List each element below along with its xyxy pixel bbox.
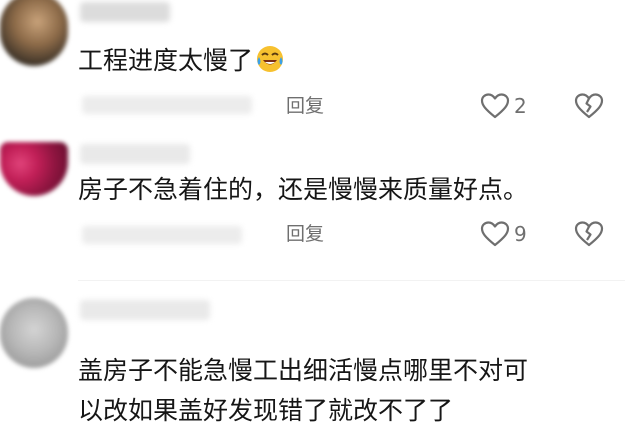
comment-text-line: 以改如果盖好发现错了就改不了了 bbox=[78, 396, 454, 425]
broken-heart-icon bbox=[574, 221, 604, 247]
broken-heart-icon bbox=[574, 93, 604, 119]
divider bbox=[78, 280, 625, 281]
comment-text-content: 工程进度太慢了 bbox=[78, 46, 254, 75]
comment-text: 房子不急着住的，还是慢慢来质量好点。 bbox=[78, 175, 529, 204]
avatar[interactable] bbox=[0, 0, 68, 66]
reply-button[interactable]: 回复 bbox=[286, 222, 324, 246]
comment-text: 工程进度太慢了 bbox=[78, 42, 285, 80]
username-blurred[interactable] bbox=[80, 144, 190, 164]
crying-laughing-emoji-icon bbox=[255, 44, 285, 74]
username-blurred[interactable] bbox=[80, 300, 210, 320]
heart-icon bbox=[480, 221, 510, 247]
timestamp-blurred bbox=[82, 226, 242, 244]
like-button[interactable]: 2 bbox=[480, 92, 527, 120]
heart-icon bbox=[480, 93, 510, 119]
username-blurred[interactable] bbox=[80, 2, 170, 22]
avatar[interactable] bbox=[0, 298, 68, 368]
reply-button[interactable]: 回复 bbox=[286, 94, 324, 118]
like-count: 9 bbox=[514, 222, 527, 246]
comment-text-line: 盖房子不能急慢工出细活慢点哪里不对可 bbox=[78, 356, 529, 385]
like-count: 2 bbox=[514, 94, 527, 118]
like-button[interactable]: 9 bbox=[480, 220, 527, 248]
dislike-button[interactable] bbox=[574, 92, 604, 120]
avatar[interactable] bbox=[0, 142, 68, 196]
timestamp-blurred bbox=[82, 96, 252, 114]
dislike-button[interactable] bbox=[574, 220, 604, 248]
